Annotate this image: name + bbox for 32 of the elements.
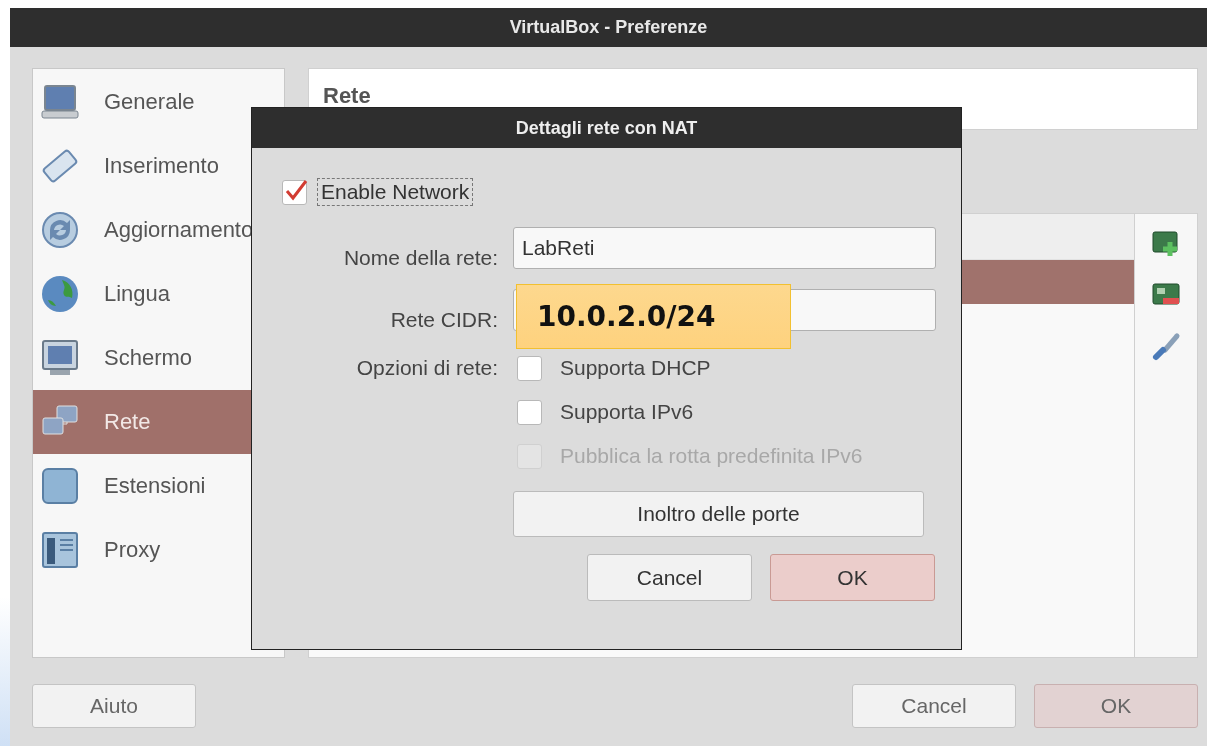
laptop-icon <box>40 82 80 122</box>
field-label: Nome della rete: <box>342 246 498 270</box>
dialog-button[interactable]: OK <box>1034 684 1198 728</box>
dialog-button[interactable]: Cancel <box>852 684 1016 728</box>
checkbox[interactable] <box>282 179 307 205</box>
sidebar-item[interactable]: Lingua <box>33 262 284 326</box>
add-network-icon[interactable] <box>1151 228 1181 258</box>
sidebar-item[interactable]: Proxy <box>33 518 284 582</box>
dialog-button[interactable]: Cancel <box>587 554 752 601</box>
sidebar-item[interactable]: Schermo <box>33 326 284 390</box>
checkbox[interactable] <box>517 399 542 425</box>
field-label: Rete CIDR: <box>389 308 498 332</box>
checkbox-label[interactable]: Supporta IPv6 <box>560 400 694 424</box>
annotation-tooltip: 10.0.2.0/24 <box>516 284 791 349</box>
window-title: VirtualBox - Preferenze <box>10 8 1207 47</box>
field-label: Opzioni di rete: <box>355 355 498 380</box>
sidebar-item[interactable]: Estensioni <box>33 454 284 518</box>
screwdriver-icon[interactable] <box>1151 332 1181 362</box>
sidebar-item[interactable]: Aggiornamento <box>33 198 284 262</box>
dialog-title: Dettagli rete con NAT <box>252 108 961 148</box>
checkbox-label[interactable]: Enable Network <box>317 178 474 206</box>
monitor-icon <box>40 338 80 378</box>
panel-icon <box>40 530 80 570</box>
port-forwarding-button[interactable]: Inoltro delle porte <box>513 491 924 537</box>
globe-icon <box>40 274 80 314</box>
text-field[interactable]: LabReti <box>513 227 936 269</box>
dialog-button[interactable]: Aiuto <box>32 684 196 728</box>
checkbox-label[interactable]: Supporta DHCP <box>560 356 711 380</box>
dialog-button[interactable]: OK <box>770 554 935 601</box>
sync-icon <box>40 210 80 250</box>
checkbox[interactable] <box>517 355 542 381</box>
tile-icon <box>40 466 80 506</box>
